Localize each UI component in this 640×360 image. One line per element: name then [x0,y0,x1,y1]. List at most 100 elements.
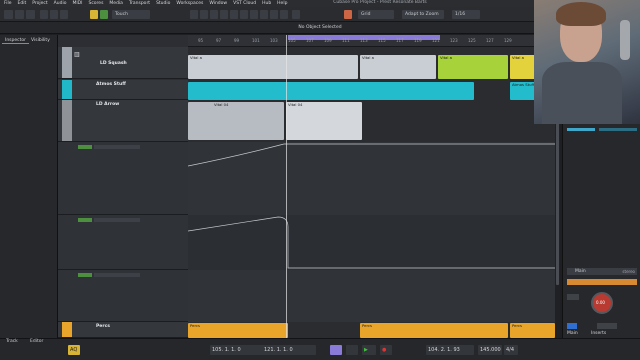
part-label: Vital 04 [214,102,229,107]
menu-workspaces[interactable]: Workspaces [176,1,203,6]
ruler-tick: 97 [216,38,222,43]
auto-quantize-label: AQ [70,347,78,353]
audio-part[interactable]: Percs [188,323,288,338]
menu-audio[interactable]: Audio [54,1,67,6]
audio-part[interactable] [188,82,474,100]
automation-read-button[interactable] [78,273,92,277]
mute-channel-button[interactable] [597,323,617,329]
menu-scores[interactable]: Scores [88,1,103,6]
mono-button[interactable] [567,294,579,300]
stop-button[interactable] [346,345,358,355]
track-header-ld-arrow[interactable]: LD Arrow [58,100,188,142]
tab-inserts[interactable]: Inserts [591,331,606,336]
quantize-select[interactable]: 1/16 [452,10,480,19]
automation-read-button[interactable] [78,145,92,149]
info-line-text: No Object Selected [298,25,342,30]
position-display[interactable]: 104. 2. 1. 93 [426,345,474,355]
glue-tool[interactable] [220,10,228,19]
automation-mode-select[interactable]: Touch [112,10,150,19]
play-button[interactable]: ▶ [362,345,376,355]
line-tool[interactable] [270,10,278,19]
erase-tool[interactable] [230,10,238,19]
menu-vst-cloud[interactable]: VST Cloud [233,1,256,6]
midi-part[interactable]: Vital 04 [286,102,362,140]
track-header-ld-squash[interactable]: ▥ LD Squash [58,47,188,79]
constrain-delay-button[interactable] [15,10,24,19]
right-locator[interactable]: 121. 1. 1. 0 [262,345,316,355]
record-button[interactable]: ● [380,345,392,355]
menu-project[interactable]: Project [32,1,47,6]
midi-part[interactable]: Vital a [438,55,508,79]
project-cursor[interactable] [286,35,287,338]
person-body [542,62,622,124]
automation-curve [187,143,555,167]
audio-part[interactable]: Percs [510,323,555,338]
tab-inspector[interactable]: Inspector [2,37,29,44]
grid-type-label: Adapt to Zoom [405,12,439,17]
snap-toggle[interactable] [344,10,352,19]
edit-inplace-button[interactable] [26,10,35,19]
routing-slot[interactable] [567,279,637,285]
automation-lane-3[interactable] [58,270,188,322]
lane-ld-squash: Vital a Vital a Vital a Vital a [188,47,555,80]
automation-parameter-select[interactable] [94,218,140,222]
automation-lane-2-display[interactable] [187,215,555,270]
menu-window[interactable]: Window [209,1,227,6]
read-automation-button[interactable] [90,10,98,19]
menu-hub[interactable]: Hub [262,1,271,6]
pointer-tool[interactable] [190,10,198,19]
automation-parameter-select[interactable] [94,273,140,277]
menu-studio[interactable]: Studio [156,1,170,6]
signature-display[interactable]: 4/4 [504,345,518,355]
timeline-ruler[interactable]: 95 97 99 101 103 105 107 109 111 113 115… [188,35,555,47]
write-automation-button[interactable] [100,10,108,19]
split-tool[interactable] [210,10,218,19]
zoom-tool[interactable] [240,10,248,19]
range-tool[interactable] [200,10,208,19]
phase-button[interactable] [567,323,577,329]
instrument-track-icon: ▥ [74,51,80,58]
mute-button[interactable] [40,10,48,19]
tab-main[interactable]: Main [567,331,578,336]
menu-help[interactable]: Help [277,1,287,6]
menu-transport[interactable]: Transport [129,1,150,6]
listen-button[interactable] [60,10,68,19]
midi-part[interactable]: Vital a [360,55,436,79]
left-locator[interactable]: 105. 1. 1. 0 [210,345,264,355]
draw-tool[interactable] [260,10,268,19]
menu-file[interactable]: File [4,1,12,6]
tab-visibility[interactable]: Visibility [28,37,53,44]
midi-part[interactable]: Vital 04 [188,102,284,140]
auto-quantize-button[interactable]: AQ [68,345,80,355]
tempo-display[interactable]: 145.000 [478,345,502,355]
automation-lane-1[interactable] [58,142,188,215]
automation-lane-1-display[interactable] [187,142,555,215]
automation-lane-2[interactable] [58,215,188,270]
audio-part[interactable]: Percs [360,323,508,338]
mute-tool[interactable] [250,10,258,19]
track-header-percs[interactable]: Percs [58,322,188,338]
play-tool[interactable] [280,10,288,19]
grid-type-select[interactable]: Adapt to Zoom [402,10,444,19]
automation-curve [187,216,555,269]
part-label: Vital a [512,55,524,60]
automation-parameter-select[interactable] [94,145,140,149]
automation-lane-3-display[interactable] [188,270,555,322]
solo-button[interactable] [50,10,58,19]
tab-editor[interactable]: Editor [30,339,43,344]
channel-header[interactable]: Main stereo [567,268,637,275]
midi-part[interactable]: Vital a [188,55,358,79]
gain-knob[interactable]: 0.00 [591,292,613,314]
menu-media[interactable]: Media [109,1,123,6]
activate-project-button[interactable] [4,10,13,19]
automation-read-button[interactable] [78,218,92,222]
color-tool[interactable] [292,10,300,19]
cycle-button[interactable] [330,345,342,355]
part-label: Percs [190,323,201,328]
ruler-tick: 123 [450,38,458,43]
menu-edit[interactable]: Edit [18,1,27,6]
tab-track[interactable]: Track [6,339,18,344]
menu-midi[interactable]: MIDI [72,1,82,6]
track-header-atmos-stuff[interactable]: Atmos Stuff [58,80,188,100]
snap-type-select[interactable]: Grid [358,10,394,19]
